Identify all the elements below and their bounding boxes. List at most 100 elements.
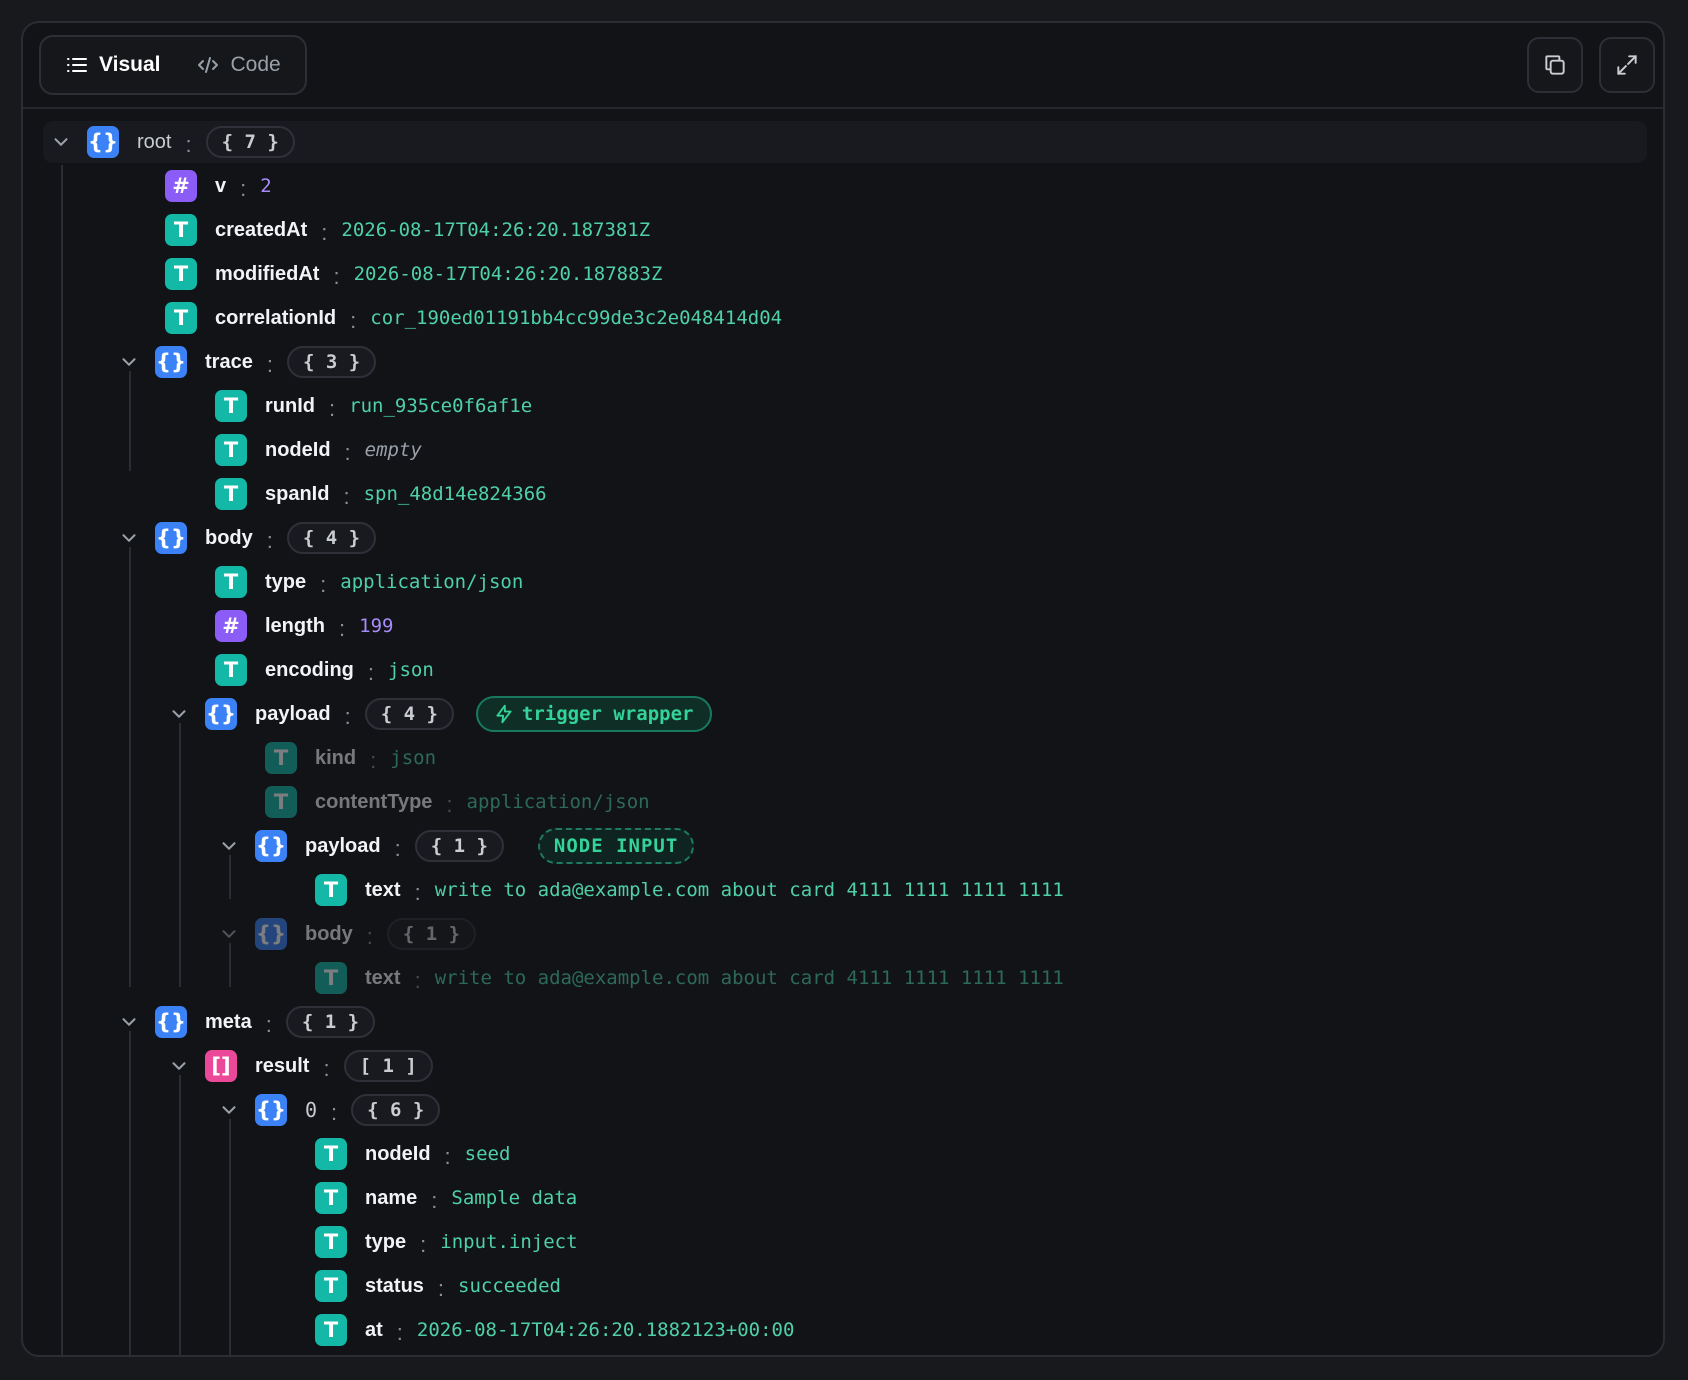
tree-leaf-at[interactable]: T at : 2026-08-17T04:26:20.1882123+00:00 bbox=[315, 1310, 794, 1350]
tree-leaf-type[interactable]: T type : input.inject bbox=[315, 1222, 578, 1262]
tree-leaf-nodeid[interactable]: T nodeId : seed bbox=[315, 1134, 510, 1174]
tree-node-inner-payload[interactable]: {} payload : { 1 } NODE INPUT bbox=[217, 826, 695, 866]
key-separator: : bbox=[366, 924, 373, 949]
node-value: 2026-08-17T04:26:20.1882123+00:00 bbox=[416, 1319, 795, 1341]
node-key: 0 bbox=[305, 1098, 318, 1122]
tree-node-meta[interactable]: {} meta : { 1 } bbox=[117, 1002, 376, 1042]
key-separator: : bbox=[265, 1012, 272, 1037]
string-type-icon: T bbox=[315, 1182, 347, 1214]
tree-leaf-runid[interactable]: T runId : run_935ce0f6af1e bbox=[215, 386, 532, 426]
node-key: modifiedAt bbox=[215, 262, 320, 285]
key-separator: : bbox=[266, 352, 273, 377]
key-separator: : bbox=[329, 396, 336, 421]
view-mode-tabs: Visual Code bbox=[39, 35, 307, 95]
expand-button[interactable] bbox=[1599, 37, 1655, 93]
tab-visual[interactable]: Visual bbox=[47, 42, 178, 88]
key-separator: : bbox=[444, 1144, 451, 1169]
tree-node-result[interactable]: [] result : [ 1 ] bbox=[167, 1046, 433, 1086]
tree-leaf-length[interactable]: # length : 199 bbox=[215, 606, 393, 646]
tree-guide bbox=[179, 723, 181, 987]
copy-button[interactable] bbox=[1527, 37, 1583, 93]
lightning-icon bbox=[496, 704, 512, 724]
tree-node-result-0[interactable]: {} 0 : { 6 } bbox=[217, 1090, 441, 1130]
node-value: write to ada@example.com about card 4111… bbox=[434, 879, 1064, 901]
string-type-icon: T bbox=[215, 478, 247, 510]
tree-guide bbox=[129, 1031, 131, 1355]
node-key: type bbox=[365, 1230, 407, 1253]
chevron-down-icon[interactable] bbox=[167, 702, 191, 726]
string-type-icon: T bbox=[165, 258, 197, 290]
node-key: result bbox=[255, 1054, 310, 1077]
child-count: { 1 } bbox=[285, 1006, 376, 1038]
key-separator: : bbox=[323, 1056, 330, 1081]
key-separator: : bbox=[367, 660, 375, 685]
key-separator: : bbox=[321, 220, 328, 245]
tree-leaf-status[interactable]: T status : succeeded bbox=[315, 1266, 561, 1306]
string-type-icon: T bbox=[165, 302, 197, 334]
node-key: text bbox=[365, 966, 401, 989]
array-type-icon: [] bbox=[205, 1050, 237, 1082]
node-value: run_935ce0f6af1e bbox=[349, 395, 533, 417]
string-type-icon: T bbox=[215, 434, 247, 466]
tree-node-payload[interactable]: {} payload : { 4 } trigger wrapper bbox=[167, 694, 712, 734]
expand-icon bbox=[1617, 55, 1637, 75]
node-key: text bbox=[365, 878, 401, 901]
node-key: nodeId bbox=[365, 1142, 431, 1165]
tree-node-inner-body[interactable]: {} body : { 1 } bbox=[217, 914, 477, 954]
node-input-tag: NODE INPUT bbox=[537, 828, 695, 864]
node-key: name bbox=[365, 1186, 418, 1209]
child-count: { 7 } bbox=[205, 126, 295, 158]
string-type-icon: T bbox=[215, 566, 247, 598]
node-value: json bbox=[390, 747, 437, 769]
node-key: kind bbox=[315, 746, 357, 769]
tree-leaf-spanid[interactable]: T spanId : spn_48d14e824366 bbox=[215, 474, 547, 514]
tree-leaf-encoding[interactable]: T encoding : json bbox=[215, 650, 434, 690]
tree-leaf-kind[interactable]: T kind : json bbox=[265, 738, 436, 778]
string-type-icon: T bbox=[215, 390, 247, 422]
key-separator: : bbox=[339, 616, 346, 641]
tree-leaf-text[interactable]: T text : write to ada@example.com about … bbox=[315, 870, 1064, 910]
key-separator: : bbox=[431, 1188, 438, 1213]
string-type-icon: T bbox=[165, 214, 197, 246]
child-count: { 4 } bbox=[364, 698, 454, 730]
node-key: at bbox=[365, 1318, 383, 1341]
child-count: [ 1 ] bbox=[343, 1050, 433, 1082]
tree-leaf-type[interactable]: T type : application/json bbox=[215, 562, 523, 602]
object-type-icon: {} bbox=[205, 698, 237, 730]
chevron-down-icon[interactable] bbox=[117, 350, 141, 374]
object-type-icon: {} bbox=[155, 522, 187, 554]
key-separator: : bbox=[414, 968, 421, 993]
tree-leaf-contenttype[interactable]: T contentType : application/json bbox=[265, 782, 650, 822]
tree-leaf-modifiedat[interactable]: T modifiedAt : 2026-08-17T04:26:20.18788… bbox=[165, 254, 662, 294]
node-value: input.inject bbox=[440, 1231, 578, 1253]
number-type-icon: # bbox=[215, 610, 247, 642]
trigger-wrapper-label: trigger wrapper bbox=[521, 703, 694, 725]
key-separator: : bbox=[437, 1276, 445, 1301]
tree-leaf-text[interactable]: T text : write to ada@example.com about … bbox=[315, 958, 1064, 998]
chevron-down-icon[interactable] bbox=[49, 130, 73, 154]
child-count: { 1 } bbox=[386, 918, 477, 950]
chevron-down-icon[interactable] bbox=[217, 1098, 241, 1122]
tree-leaf-v[interactable]: # v : 2 bbox=[165, 166, 272, 206]
tree-leaf-nodeid[interactable]: T nodeId : empty bbox=[215, 430, 422, 470]
tab-code[interactable]: Code bbox=[178, 42, 298, 88]
string-type-icon: T bbox=[315, 1270, 347, 1302]
chevron-down-icon[interactable] bbox=[217, 834, 241, 858]
chevron-down-icon[interactable] bbox=[217, 922, 241, 946]
key-separator: : bbox=[414, 880, 421, 905]
chevron-down-icon[interactable] bbox=[167, 1054, 191, 1078]
tree-node-body[interactable]: {} body : { 4 } bbox=[117, 518, 377, 558]
tree-leaf-name[interactable]: T name : Sample data bbox=[315, 1178, 577, 1218]
tree-leaf-createdat[interactable]: T createdAt : 2026-08-17T04:26:20.187381… bbox=[165, 210, 650, 250]
tree-leaf-correlationid[interactable]: T correlationId : cor_190ed01191bb4cc99d… bbox=[165, 298, 782, 338]
object-type-icon: {} bbox=[255, 918, 287, 950]
node-key: status bbox=[365, 1274, 424, 1297]
chevron-down-icon[interactable] bbox=[117, 526, 141, 550]
node-value: succeeded bbox=[458, 1275, 561, 1297]
key-separator: : bbox=[240, 176, 247, 201]
tree-node-root[interactable]: {} root : { 7 } bbox=[49, 122, 295, 162]
string-type-icon: T bbox=[315, 1226, 347, 1258]
tree-node-trace[interactable]: {} trace : { 3 } bbox=[117, 342, 377, 382]
string-type-icon: T bbox=[265, 786, 297, 818]
chevron-down-icon[interactable] bbox=[117, 1010, 141, 1034]
